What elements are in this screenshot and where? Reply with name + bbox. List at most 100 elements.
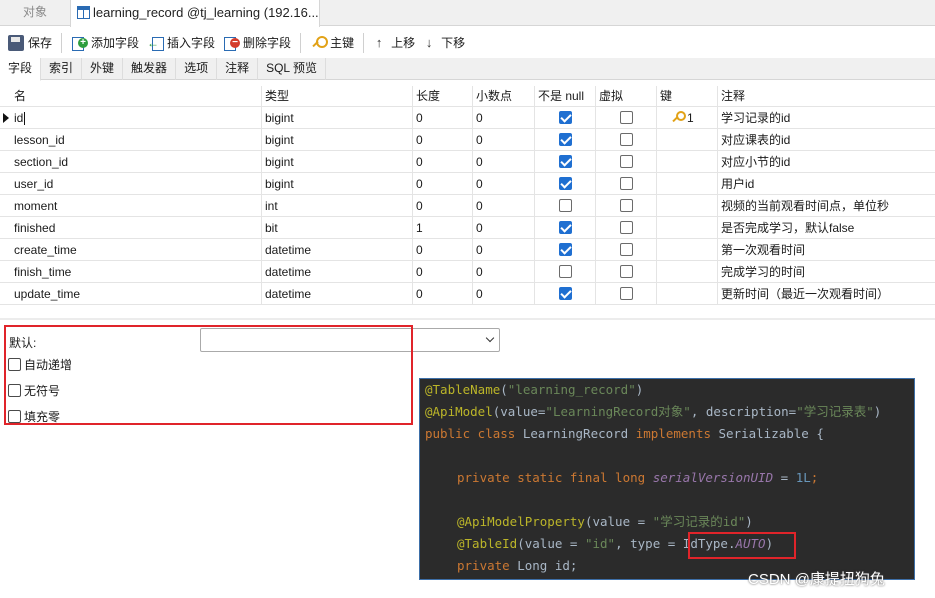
field-length-cell[interactable]: 0 [413,283,473,305]
field-length-cell[interactable]: 0 [413,173,473,195]
tab-objects[interactable]: 对象 [0,0,70,26]
field-name-cell[interactable]: finish_time [11,261,262,283]
key-cell[interactable] [657,173,718,195]
key-cell[interactable] [657,217,718,239]
field-decimals-cell[interactable]: 0 [473,195,535,217]
column-header-key[interactable]: 键 [657,86,718,107]
field-comment-cell[interactable]: 对应课表的id [718,129,935,151]
tab-learning-record[interactable]: learning_record @tj_learning (192.16... [70,0,320,27]
not-null-checkbox[interactable] [558,221,572,235]
tab-indexes[interactable]: 索引 [41,58,83,80]
field-decimals-cell[interactable]: 0 [473,129,535,151]
field-comment-cell[interactable]: 学习记录的id [718,107,935,129]
field-name-cell[interactable]: id [11,107,262,129]
field-decimals-cell[interactable]: 0 [473,217,535,239]
tab-options[interactable]: 选项 [176,58,218,80]
not-null-checkbox[interactable] [558,265,572,279]
field-length-cell[interactable]: 0 [413,129,473,151]
field-length-cell[interactable]: 1 [413,217,473,239]
key-cell[interactable]: 1 [657,107,718,129]
field-decimals-cell[interactable]: 0 [473,283,535,305]
key-cell[interactable] [657,283,718,305]
field-comment-cell[interactable]: 更新时间（最近一次观看时间） [718,283,935,305]
row-indicator[interactable] [0,283,11,305]
field-decimals-cell[interactable]: 0 [473,173,535,195]
table-row[interactable]: id bigint 0 0 1 学习记录的id [0,107,935,129]
field-type-cell[interactable]: bit [262,217,413,239]
column-header-not-null[interactable]: 不是 null [535,86,596,107]
row-indicator[interactable] [0,107,11,129]
tab-comment[interactable]: 注释 [217,58,259,80]
move-up-button[interactable]: ↑ 上移 [369,31,419,55]
key-cell[interactable] [657,129,718,151]
field-name-cell[interactable]: lesson_id [11,129,262,151]
delete-field-button[interactable]: 删除字段 [219,31,295,55]
virtual-checkbox[interactable] [619,177,633,191]
table-row[interactable]: finish_time datetime 0 0 完成学习的时间 [0,261,935,283]
field-decimals-cell[interactable]: 0 [473,239,535,261]
not-null-checkbox[interactable] [558,199,572,213]
field-comment-cell[interactable]: 用户id [718,173,935,195]
not-null-checkbox[interactable] [558,155,572,169]
field-name-cell[interactable]: section_id [11,151,262,173]
table-row[interactable]: section_id bigint 0 0 对应小节的id [0,151,935,173]
table-row[interactable]: moment int 0 0 视频的当前观看时间点，单位秒 [0,195,935,217]
field-comment-cell[interactable]: 对应小节的id [718,151,935,173]
virtual-checkbox[interactable] [619,111,633,125]
not-null-checkbox[interactable] [558,243,572,257]
table-row[interactable]: update_time datetime 0 0 更新时间（最近一次观看时间） [0,283,935,305]
save-button[interactable]: 保存 [4,31,56,55]
virtual-checkbox[interactable] [619,265,633,279]
tab-triggers[interactable]: 触发器 [123,58,177,80]
field-decimals-cell[interactable]: 0 [473,261,535,283]
field-comment-cell[interactable]: 是否完成学习，默认false [718,217,935,239]
field-type-cell[interactable]: bigint [262,129,413,151]
field-type-cell[interactable]: datetime [262,261,413,283]
field-type-cell[interactable]: int [262,195,413,217]
not-null-checkbox[interactable] [558,133,572,147]
field-type-cell[interactable]: datetime [262,239,413,261]
add-field-button[interactable]: 添加字段 [67,31,143,55]
field-comment-cell[interactable]: 完成学习的时间 [718,261,935,283]
field-type-cell[interactable]: bigint [262,107,413,129]
table-row[interactable]: create_time datetime 0 0 第一次观看时间 [0,239,935,261]
not-null-checkbox[interactable] [558,287,572,301]
field-type-cell[interactable]: bigint [262,151,413,173]
row-indicator[interactable] [0,195,11,217]
field-comment-cell[interactable]: 视频的当前观看时间点，单位秒 [718,195,935,217]
key-cell[interactable] [657,261,718,283]
insert-field-button[interactable]: 插入字段 [143,31,219,55]
field-name-cell[interactable]: update_time [11,283,262,305]
field-length-cell[interactable]: 0 [413,195,473,217]
key-cell[interactable] [657,195,718,217]
field-decimals-cell[interactable]: 0 [473,151,535,173]
field-length-cell[interactable]: 0 [413,107,473,129]
row-indicator[interactable] [0,217,11,239]
row-indicator[interactable] [0,239,11,261]
field-name-cell[interactable]: moment [11,195,262,217]
row-indicator[interactable] [0,173,11,195]
move-down-button[interactable]: ↓ 下移 [419,31,469,55]
tab-fields[interactable]: 字段 [0,58,42,81]
field-length-cell[interactable]: 0 [413,151,473,173]
row-indicator[interactable] [0,151,11,173]
field-name-cell[interactable]: user_id [11,173,262,195]
tab-foreign-keys[interactable]: 外键 [82,58,124,80]
field-decimals-cell[interactable]: 0 [473,107,535,129]
not-null-checkbox[interactable] [558,177,572,191]
column-header-virtual[interactable]: 虚拟 [596,86,657,107]
not-null-checkbox[interactable] [558,111,572,125]
column-header-type[interactable]: 类型 [262,86,413,107]
field-name-cell[interactable]: create_time [11,239,262,261]
field-length-cell[interactable]: 0 [413,239,473,261]
virtual-checkbox[interactable] [619,243,633,257]
key-cell[interactable] [657,239,718,261]
row-indicator[interactable] [0,261,11,283]
table-row[interactable]: finished bit 1 0 是否完成学习，默认false [0,217,935,239]
primary-key-button[interactable]: 主键 [306,31,358,55]
field-type-cell[interactable]: datetime [262,283,413,305]
virtual-checkbox[interactable] [619,133,633,147]
column-header-length[interactable]: 长度 [413,86,473,107]
tab-sql-preview[interactable]: SQL 预览 [258,58,326,80]
field-length-cell[interactable]: 0 [413,261,473,283]
